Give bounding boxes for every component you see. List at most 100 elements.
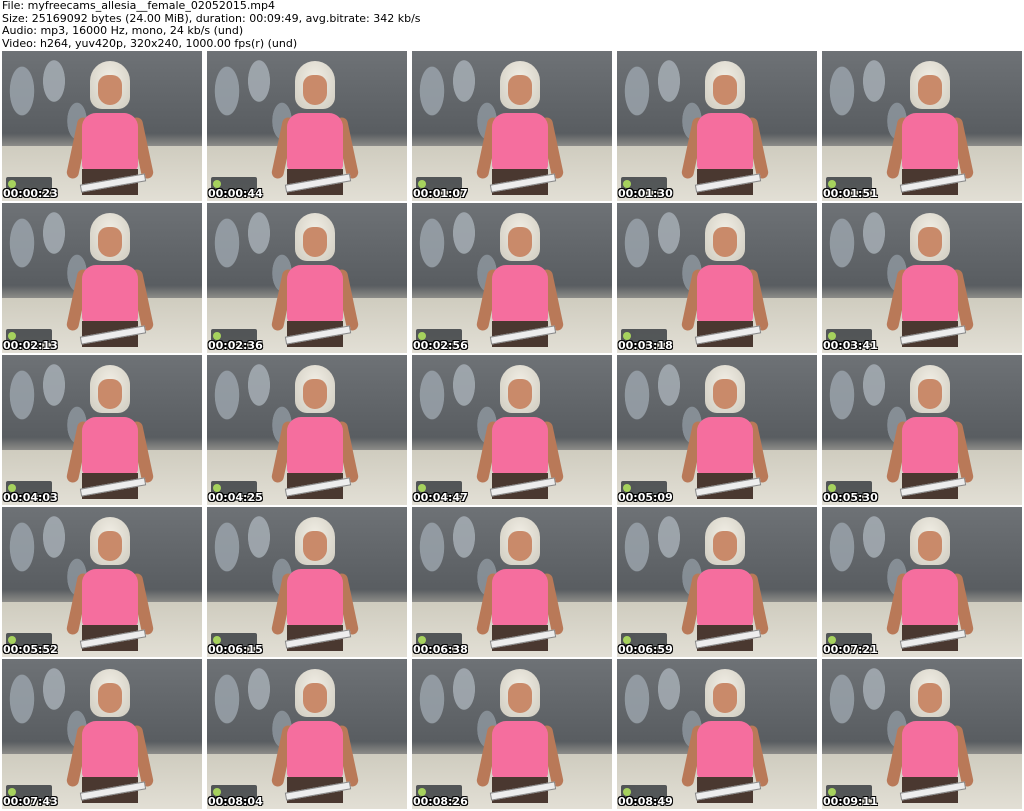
- pink-top: [287, 113, 343, 171]
- person-figure: [475, 517, 565, 657]
- frame-timestamp: 00:05:30: [823, 491, 878, 504]
- video-info-line: Video: h264, yuv420p, 320x240, 1000.00 f…: [2, 36, 298, 50]
- person-figure: [65, 213, 155, 353]
- frame-timestamp: 00:08:26: [413, 795, 468, 808]
- thumbnail-frame[interactable]: 00:01:30: [617, 51, 817, 201]
- thumbnail-frame[interactable]: 00:04:25: [207, 355, 407, 505]
- pink-top: [82, 417, 138, 475]
- thumbnail-frame[interactable]: 00:03:18: [617, 203, 817, 353]
- pink-top: [902, 417, 958, 475]
- frame-timestamp: 00:07:21: [823, 643, 878, 656]
- frame-timestamp: 00:00:23: [3, 187, 58, 200]
- file-info-header: File: myfreecams_allesia__female_0205201…: [2, 0, 1022, 50]
- thumbnail-frame[interactable]: 00:00:44: [207, 51, 407, 201]
- thumbnail-frame[interactable]: 00:02:13: [2, 203, 202, 353]
- pink-top: [492, 265, 548, 323]
- audio-info-line: Audio: mp3, 16000 Hz, mono, 24 kb/s (und…: [2, 24, 244, 37]
- person-figure: [65, 517, 155, 657]
- frame-timestamp: 00:01:30: [618, 187, 673, 200]
- person-figure: [885, 213, 975, 353]
- person-figure: [65, 61, 155, 201]
- pink-top: [697, 265, 753, 323]
- pink-top: [492, 569, 548, 627]
- thumbnail-frame[interactable]: 00:08:49: [617, 659, 817, 809]
- person-figure: [270, 365, 360, 505]
- pink-top: [902, 113, 958, 171]
- pink-top: [287, 417, 343, 475]
- thumbnail-frame[interactable]: 00:09:11: [822, 659, 1022, 809]
- person-figure: [270, 213, 360, 353]
- thumbnail-grid: 00:00:23 00:00:44 00:01:07 00:01:30 00:01:51…: [2, 51, 1022, 811]
- person-figure: [475, 669, 565, 809]
- frame-timestamp: 00:01:07: [413, 187, 468, 200]
- pink-top: [902, 569, 958, 627]
- frame-timestamp: 00:01:51: [823, 187, 878, 200]
- thumbnail-frame[interactable]: 00:02:56: [412, 203, 612, 353]
- thumbnail-frame[interactable]: 00:00:23: [2, 51, 202, 201]
- pink-top: [697, 569, 753, 627]
- thumbnail-frame[interactable]: 00:08:26: [412, 659, 612, 809]
- person-figure: [65, 365, 155, 505]
- frame-timestamp: 00:05:09: [618, 491, 673, 504]
- person-figure: [270, 61, 360, 201]
- frame-timestamp: 00:08:04: [208, 795, 263, 808]
- frame-timestamp: 00:00:44: [208, 187, 263, 200]
- thumbnail-frame[interactable]: 00:04:03: [2, 355, 202, 505]
- thumbnail-frame[interactable]: 00:04:47: [412, 355, 612, 505]
- frame-timestamp: 00:08:49: [618, 795, 673, 808]
- person-figure: [475, 365, 565, 505]
- frame-timestamp: 00:02:13: [3, 339, 58, 352]
- frame-timestamp: 00:04:47: [413, 491, 468, 504]
- thumbnail-frame[interactable]: 00:07:43: [2, 659, 202, 809]
- pink-top: [287, 569, 343, 627]
- person-figure: [680, 213, 770, 353]
- frame-timestamp: 00:02:36: [208, 339, 263, 352]
- frame-timestamp: 00:04:25: [208, 491, 263, 504]
- pink-top: [697, 721, 753, 779]
- thumbnail-frame[interactable]: 00:01:51: [822, 51, 1022, 201]
- frame-timestamp: 00:05:52: [3, 643, 58, 656]
- pink-top: [82, 569, 138, 627]
- person-figure: [475, 213, 565, 353]
- person-figure: [885, 365, 975, 505]
- person-figure: [680, 365, 770, 505]
- thumbnail-frame[interactable]: 00:05:30: [822, 355, 1022, 505]
- thumbnail-frame[interactable]: 00:06:38: [412, 507, 612, 657]
- thumbnail-frame[interactable]: 00:05:52: [2, 507, 202, 657]
- frame-timestamp: 00:06:15: [208, 643, 263, 656]
- pink-top: [492, 417, 548, 475]
- pink-top: [697, 417, 753, 475]
- person-figure: [680, 61, 770, 201]
- thumbnail-frame[interactable]: 00:06:15: [207, 507, 407, 657]
- frame-timestamp: 00:09:11: [823, 795, 878, 808]
- person-figure: [885, 517, 975, 657]
- thumbnail-frame[interactable]: 00:05:09: [617, 355, 817, 505]
- frame-timestamp: 00:03:18: [618, 339, 673, 352]
- thumbnail-frame[interactable]: 00:03:41: [822, 203, 1022, 353]
- person-figure: [885, 669, 975, 809]
- pink-top: [82, 721, 138, 779]
- frame-timestamp: 00:06:59: [618, 643, 673, 656]
- person-figure: [680, 517, 770, 657]
- frame-timestamp: 00:07:43: [3, 795, 58, 808]
- pink-top: [287, 265, 343, 323]
- pink-top: [492, 113, 548, 171]
- thumbnail-frame[interactable]: 00:01:07: [412, 51, 612, 201]
- thumbnail-frame[interactable]: 00:02:36: [207, 203, 407, 353]
- frame-timestamp: 00:06:38: [413, 643, 468, 656]
- thumbnail-frame[interactable]: 00:06:59: [617, 507, 817, 657]
- pink-top: [82, 113, 138, 171]
- person-figure: [885, 61, 975, 201]
- pink-top: [287, 721, 343, 779]
- pink-top: [697, 113, 753, 171]
- pink-top: [902, 265, 958, 323]
- pink-top: [82, 265, 138, 323]
- person-figure: [270, 669, 360, 809]
- thumbnail-frame[interactable]: 00:07:21: [822, 507, 1022, 657]
- person-figure: [680, 669, 770, 809]
- person-figure: [65, 669, 155, 809]
- thumbnail-frame[interactable]: 00:08:04: [207, 659, 407, 809]
- frame-timestamp: 00:02:56: [413, 339, 468, 352]
- person-figure: [475, 61, 565, 201]
- file-name-line: File: myfreecams_allesia__female_0205201…: [2, 0, 276, 12]
